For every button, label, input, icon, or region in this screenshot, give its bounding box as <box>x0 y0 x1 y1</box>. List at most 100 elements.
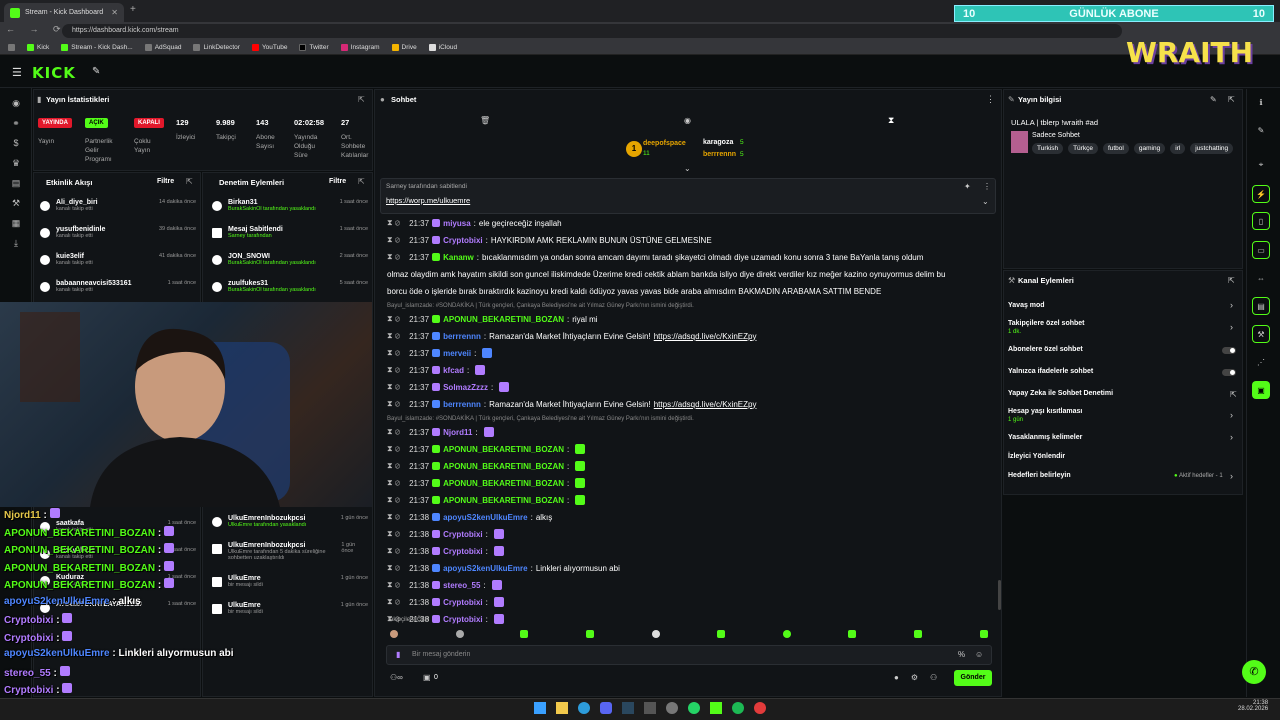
unpin-icon[interactable]: ✦ <box>964 182 971 191</box>
banned-words-item[interactable]: Yasaklanmış kelimeler <box>1008 434 1082 441</box>
top-gifter-3-name[interactable]: berrrennn <box>703 151 736 158</box>
browser-tab-active[interactable]: Stream - Kick Dashboard ✕ <box>4 3 124 22</box>
emote-only-toggle[interactable] <box>1222 369 1236 376</box>
chat-username[interactable]: kfcad <box>443 366 464 375</box>
layout-icon[interactable]: ▤ <box>1252 297 1270 315</box>
url-field[interactable]: https://dashboard.kick.com/stream <box>62 24 1122 38</box>
dollar-icon[interactable]: $ <box>10 138 22 150</box>
mod-actions-icon[interactable]: ⧗ ⊘ <box>387 365 400 375</box>
mod-actions-icon[interactable]: ⧗ ⊘ <box>387 427 400 437</box>
users-link-icon[interactable]: ⚇∞ <box>390 673 403 682</box>
mod-actions-icon[interactable]: ⧗ ⊘ <box>387 348 400 358</box>
bookmark-linkdetector[interactable]: LinkDetector <box>193 43 240 51</box>
chevron-right-icon[interactable]: › <box>1230 322 1233 332</box>
menu-icon[interactable]: ☰ <box>12 66 22 79</box>
info-icon[interactable]: ℹ <box>1252 93 1270 111</box>
mod-actions-icon[interactable]: ⧗ ⊘ <box>387 461 400 471</box>
whatsapp-icon[interactable] <box>688 702 700 714</box>
mod-actions-icon[interactable]: ⧗ ⊘ <box>387 314 400 324</box>
chat-username[interactable]: berrrennn <box>443 400 481 409</box>
mod-actions-icon[interactable]: ⧗ ⊘ <box>387 235 400 245</box>
chat-bubble-icon[interactable]: ◉ <box>684 116 691 125</box>
popout-actions-icon[interactable]: ⇱ <box>1228 276 1235 285</box>
tools-icon[interactable]: ⚒ <box>1252 325 1270 343</box>
tag-chip[interactable]: Türkçe <box>1068 143 1098 154</box>
chat-username[interactable]: berrrennn <box>443 332 481 341</box>
mod-actions-icon[interactable]: ⧗ ⊘ <box>387 252 400 262</box>
steam-icon[interactable] <box>622 702 634 714</box>
raid-item[interactable]: İzleyici Yönlendir <box>1008 453 1065 460</box>
hourglass-icon[interactable]: ⧗ <box>888 115 894 126</box>
chat-username[interactable]: Njord11 <box>443 428 472 437</box>
chevron-right-icon[interactable]: › <box>1230 471 1233 481</box>
chat-username[interactable]: miyusa <box>443 219 471 228</box>
emote-row-icons[interactable] <box>390 628 990 640</box>
bookmark-youtube[interactable]: YouTube <box>251 43 287 51</box>
chat-input[interactable] <box>386 645 992 665</box>
activity-filter-button[interactable]: Filtre <box>157 178 174 185</box>
tag-chip[interactable]: gaming <box>1133 143 1166 154</box>
bolt-icon[interactable]: ⚡ <box>1252 185 1270 203</box>
chat-username[interactable]: apoyuS2kenUlkuEmre <box>443 564 527 573</box>
popout-moderation-icon[interactable]: ⇱ <box>358 177 365 186</box>
top-gifter-name[interactable]: deepofspace <box>643 140 686 147</box>
phone-icon[interactable]: ▯ <box>1252 212 1270 230</box>
chat-tools-icons[interactable]: ●⚙⚇ <box>894 673 949 682</box>
lock-icon[interactable]: ▣ <box>423 673 431 682</box>
chat-username[interactable]: Cryptobixi <box>443 615 483 624</box>
pinned-more-icon[interactable]: ⋮ <box>983 182 991 191</box>
video-icon[interactable]: ▤ <box>10 178 22 190</box>
link-icon[interactable]: ⚭ <box>10 118 22 130</box>
popout-activity-icon[interactable]: ⇱ <box>186 177 193 186</box>
chat-username[interactable]: merveii <box>443 349 471 358</box>
bookmark-instagram[interactable]: Instagram <box>340 43 380 51</box>
mod-actions-icon[interactable]: ⧗ ⊘ <box>387 444 400 454</box>
pin-icon[interactable]: ✎ <box>92 66 100 77</box>
discord-icon[interactable] <box>600 702 612 714</box>
chat-username[interactable]: APONUN_BEKARETINI_BOZAN <box>443 496 564 505</box>
mod-actions-icon[interactable]: ⧗ ⊘ <box>387 331 400 341</box>
mod-actions-icon[interactable]: ⧗ ⊘ <box>387 382 400 392</box>
tag-chip[interactable]: Turkish <box>1032 143 1064 154</box>
moderation-filter-button[interactable]: Filtre <box>329 178 346 185</box>
trash-filter-icon[interactable]: 🗑 <box>480 116 490 125</box>
kick-taskbar-icon[interactable] <box>710 702 722 714</box>
bookmark-adsquad[interactable]: AdSquad <box>144 43 181 51</box>
file-explorer-icon[interactable] <box>556 702 568 714</box>
emoji-icon[interactable]: ☺ <box>975 650 983 659</box>
mod-actions-icon[interactable]: ⧗ ⊘ <box>387 529 400 539</box>
ai-moderation-item[interactable]: Yapay Zeka ile Sohbet Denetimi <box>1008 390 1113 397</box>
chat-username[interactable]: stereo_55 <box>443 581 480 590</box>
chat-username[interactable]: APONUN_BEKARETINI_BOZAN <box>443 479 564 488</box>
slow-mode-item[interactable]: Yavaş mod <box>1008 302 1045 309</box>
chat-username[interactable]: Cryptobixi <box>443 598 483 607</box>
chat-username[interactable]: APONUN_BEKARETINI_BOZAN <box>443 445 564 454</box>
pinned-link[interactable]: https://worp.me/ulkuemre <box>386 196 470 205</box>
chevron-right-icon[interactable]: › <box>1230 300 1233 310</box>
external-link-icon[interactable]: ⇱ <box>1230 390 1237 399</box>
tag-chip[interactable]: futbol <box>1102 143 1129 154</box>
edge-icon[interactable] <box>578 702 590 714</box>
chevron-right-icon[interactable]: › <box>1230 432 1233 442</box>
share-icon[interactable]: ⋰ <box>1252 353 1270 371</box>
bookmark-drive[interactable]: Drive <box>391 43 417 51</box>
mod-actions-icon[interactable]: ⧗ ⊘ <box>387 495 400 505</box>
mod-actions-icon[interactable]: ⧗ ⊘ <box>387 218 400 228</box>
trophy-icon[interactable]: ♛ <box>10 158 22 170</box>
system-clock[interactable]: 21:38 28.02.2026 <box>1238 700 1268 712</box>
mod-actions-icon[interactable]: ⧗ ⊘ <box>387 399 400 409</box>
chat-username[interactable]: Kananw <box>443 253 474 262</box>
goals-item[interactable]: Hedefleri belirleyin <box>1008 472 1071 479</box>
chat-more-icon[interactable]: ⋮ <box>986 94 995 105</box>
chat-username[interactable]: SolmazZzzz <box>443 383 488 392</box>
account-age-item[interactable]: Hesap yaşı kısıtlaması <box>1008 408 1082 415</box>
chat-link[interactable]: https://adsqd.live/c/KxinEZpy <box>654 332 757 341</box>
chat-username[interactable]: APONUN_BEKARETINI_BOZAN <box>443 315 564 324</box>
expand-pinned-icon[interactable]: ⌄ <box>982 197 989 206</box>
chat-username[interactable]: APONUN_BEKARETINI_BOZAN <box>443 462 564 471</box>
kick-logo[interactable]: KICK <box>32 64 76 82</box>
slash-icon[interactable]: % <box>958 650 965 659</box>
active-tool-icon[interactable]: ▣ <box>1252 381 1270 399</box>
chat-username[interactable]: Cryptobixi <box>443 236 483 245</box>
windows-start-icon[interactable] <box>534 702 546 714</box>
